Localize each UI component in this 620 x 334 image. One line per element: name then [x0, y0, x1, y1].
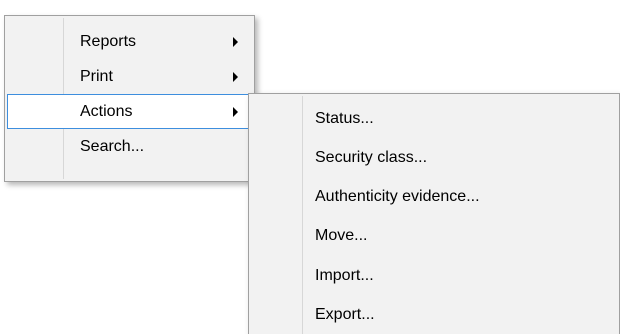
submenu-item-move[interactable]: Move... [251, 218, 617, 253]
submenu-item-authenticity-evidence[interactable]: Authenticity evidence... [251, 179, 617, 214]
actions-submenu: Status... Security class... Authenticity… [248, 93, 620, 334]
chevron-right-icon [233, 37, 238, 47]
submenu-item-label: Security class... [315, 149, 428, 166]
submenu-item-status[interactable]: Status... [251, 101, 617, 136]
menu-item-reports[interactable]: Reports [7, 24, 252, 59]
menu-item-label: Reports [80, 33, 137, 50]
chevron-right-icon [233, 107, 238, 117]
submenu-item-label: Export... [315, 306, 375, 323]
menu-item-print[interactable]: Print [7, 59, 252, 94]
submenu-item-label: Import... [315, 267, 374, 284]
menu-item-actions[interactable]: Actions [7, 94, 252, 129]
submenu-item-label: Authenticity evidence... [315, 188, 480, 205]
chevron-right-icon [233, 72, 238, 82]
submenu-item-label: Move... [315, 227, 368, 244]
menu-item-search[interactable]: Search... [7, 129, 252, 164]
submenu-item-import[interactable]: Import... [251, 258, 617, 293]
submenu-item-label: Status... [315, 110, 374, 127]
menu-item-label: Actions [80, 103, 133, 120]
menu-item-label: Search... [80, 138, 145, 155]
screen: Reports Print Actions Search... Status..… [0, 0, 620, 334]
submenu-item-export[interactable]: Export... [251, 297, 617, 332]
context-menu: Reports Print Actions Search... [4, 15, 255, 182]
submenu-item-security-class[interactable]: Security class... [251, 140, 617, 175]
menu-item-label: Print [80, 68, 113, 85]
